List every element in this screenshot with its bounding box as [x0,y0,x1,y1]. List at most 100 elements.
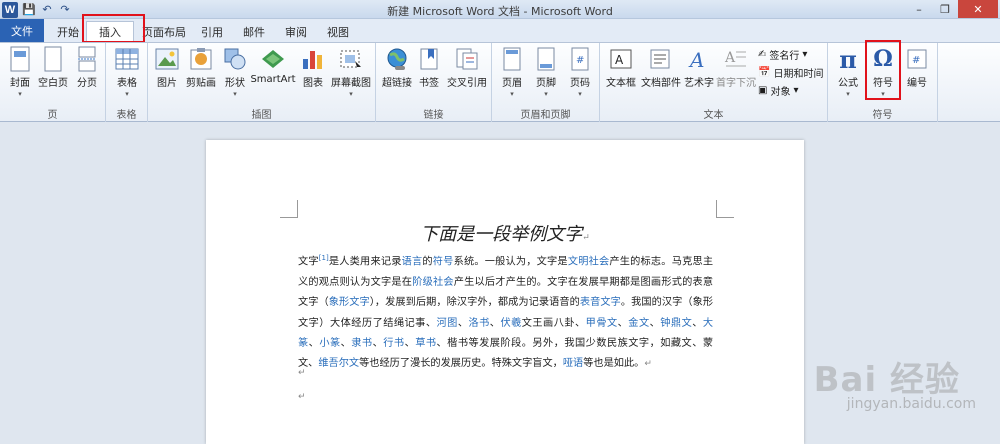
minimize-button[interactable]: – [906,0,932,18]
tab-mailings[interactable]: 邮件 [236,21,272,42]
tab-view[interactable]: 视图 [320,21,356,42]
table-icon [114,46,140,72]
chevron-down-icon: ▾ [793,85,799,96]
quick-parts-icon [648,46,674,72]
signature-line-label: 签名行 [769,51,800,62]
number-icon: # [904,46,930,72]
page-break-button[interactable]: 分页 [72,46,102,89]
tab-references[interactable]: 引用 [194,21,230,42]
chevron-down-icon: ▾ [510,90,514,98]
quick-parts-label: 文档部件 [641,78,681,89]
shapes-button[interactable]: 形状 ▾ [222,46,248,98]
number-button[interactable]: # 编号 [902,46,932,89]
crop-mark-top-right [716,200,734,218]
header-label: 页眉 [502,78,522,89]
smartart-button[interactable]: SmartArt [250,46,296,85]
chevron-down-icon: ▾ [125,90,129,98]
blank-page-label: 空白页 [38,78,68,89]
svg-text:#: # [576,55,584,66]
group-links: 超链接 书签 交叉引用 链接 [376,43,492,123]
bar-chart-icon [300,46,326,72]
bookmark-icon [416,46,442,72]
tab-home[interactable]: 开始 [50,21,86,42]
hyperlink-button[interactable]: 超链接 [380,46,414,89]
group-pages-label: 页 [47,110,58,121]
table-button[interactable]: 表格 ▾ [112,46,142,98]
clip-art-icon [188,46,214,72]
header-button[interactable]: 页眉 ▾ [498,46,526,98]
restore-button[interactable]: ❐ [932,0,958,18]
group-links-label: 链接 [423,110,444,121]
wordart-button[interactable]: A 艺术字 [682,46,716,89]
footer-label: 页脚 [536,78,556,89]
baidu-watermark-url: jingyan.baidu.com [846,396,976,412]
chevron-down-icon: ▾ [578,90,582,98]
window-title: 新建 Microsoft Word 文档 - Microsoft Word [387,5,613,18]
object-button[interactable]: ▣ 对象 ▾ [758,83,798,98]
object-label: 对象 [770,87,791,98]
screenshot-button[interactable]: 屏幕截图 ▾ [330,46,372,98]
chevron-down-icon: ▾ [349,90,353,98]
svg-text:A: A [615,53,624,67]
date-time-button[interactable]: 📅 日期和时间 [758,65,823,80]
equation-button[interactable]: π 公式 ▾ [834,44,862,99]
signature-line-button[interactable]: ✍ 签名行 ▾ [758,47,807,62]
smartart-icon [260,46,286,72]
footer-icon [533,46,559,72]
date-time-label: 日期和时间 [773,69,824,80]
pi-icon: π [839,44,857,74]
picture-icon [154,46,180,72]
group-header-footer: 页眉 ▾ 页脚 ▾ # 页码 ▾ 页眉和页脚 [492,43,600,123]
text-box-icon: A [608,46,634,72]
table-label: 表格 [117,78,137,89]
shapes-label: 形状 [225,78,245,89]
document-heading: 下面是一段举例文字↵ [420,224,590,245]
clip-art-label: 剪贴画 [186,78,216,89]
globe-icon [384,46,410,72]
group-text: A 文本框 文档部件 A 艺术字 A 首字下沉 ✍ 签名行 ▾ 📅 日期和时间 ▣ 对象… [600,43,828,123]
tab-review[interactable]: 审阅 [278,21,314,42]
crop-mark-top-left [280,200,298,218]
smartart-label: SmartArt [250,74,296,85]
cover-page-button[interactable]: 封面 ▾ [6,46,34,98]
group-tables: 表格 ▾ 表格 [106,43,148,123]
group-text-label: 文本 [703,110,724,121]
shapes-icon [222,46,248,72]
drop-cap-button[interactable]: A 首字下沉 [716,46,756,89]
blank-page-button[interactable]: 空白页 [36,46,70,89]
cross-reference-label: 交叉引用 [447,78,487,89]
bookmark-button[interactable]: 书签 [416,46,442,89]
chart-label: 图表 [303,78,323,89]
drop-cap-icon: A [723,46,749,72]
symbol-button-highlight [865,40,901,100]
chevron-down-icon: ▾ [233,90,237,98]
close-button[interactable]: ✕ [958,0,998,18]
cross-reference-button[interactable]: 交叉引用 [446,46,488,89]
wordart-icon: A [686,46,712,72]
cross-reference-icon [454,46,480,72]
chart-button[interactable]: 图表 [300,46,326,89]
hyperlink-label: 超链接 [382,78,412,89]
picture-label: 图片 [157,78,177,89]
picture-button[interactable]: 图片 [154,46,180,89]
footer-button[interactable]: 页脚 ▾ [532,46,560,98]
tab-file[interactable]: 文件 [0,19,44,42]
page-number-icon: # [567,46,593,72]
ribbon-tabs: 文件 开始 插入 页面布局 引用 邮件 审阅 视图 [0,19,1000,42]
svg-text:A: A [724,50,736,66]
page-break-icon [74,46,100,72]
page-number-label: 页码 [570,78,590,89]
group-symbols-label: 符号 [872,110,893,121]
baidu-watermark: Bai 经验 [813,360,960,400]
empty-paragraph-mark: ↵ [298,392,306,402]
clip-art-button[interactable]: 剪贴画 [184,46,218,89]
page-number-button[interactable]: # 页码 ▾ [566,46,594,98]
wordart-label: 艺术字 [684,78,714,89]
insert-tab-highlight [82,14,145,43]
header-icon [499,46,525,72]
text-box-button[interactable]: A 文本框 [604,46,638,89]
signature-line-icon: ✍ [758,49,767,60]
quick-parts-button[interactable]: 文档部件 [640,46,682,89]
document-page[interactable]: 下面是一段举例文字↵ 文字[1]是人类用来记录语言的符号系统。一般认为，文字是文… [206,140,804,444]
group-pages: 封面 ▾ 空白页 分页 页 [0,43,106,123]
